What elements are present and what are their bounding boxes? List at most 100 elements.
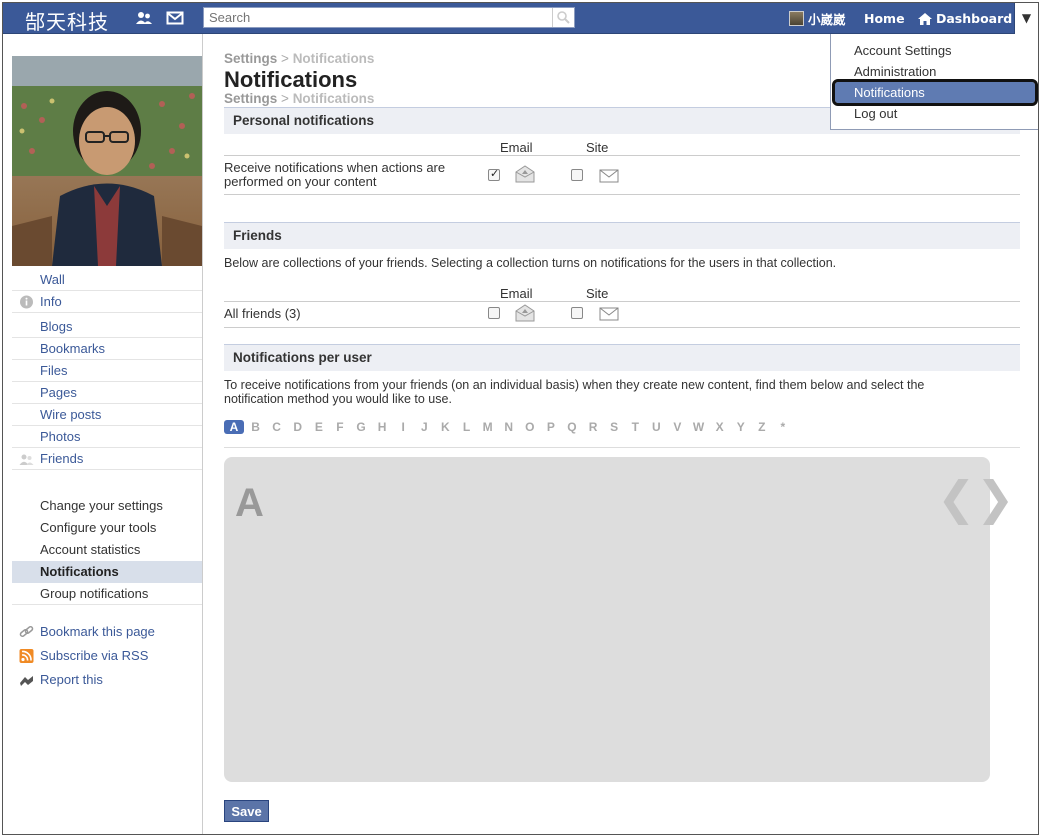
- letter-filter-u[interactable]: U: [646, 420, 667, 434]
- next-letter-button[interactable]: ❯: [976, 471, 1015, 525]
- letter-filter-h[interactable]: H: [372, 420, 393, 434]
- sidebar-item-configure-tools[interactable]: Configure your tools: [12, 517, 202, 539]
- search-input[interactable]: [204, 8, 544, 27]
- report-this-link[interactable]: Report this: [12, 669, 202, 691]
- friend-requests-icon[interactable]: [135, 10, 153, 26]
- letter-filter-y[interactable]: Y: [730, 420, 751, 434]
- info-icon: [20, 295, 33, 309]
- row-divider: [224, 194, 1020, 195]
- breadcrumb-settings-link-2[interactable]: Settings: [224, 91, 277, 106]
- all-friends-email-checkbox[interactable]: [488, 307, 500, 319]
- letter-filter-c[interactable]: C: [266, 420, 287, 434]
- menu-item-notifications[interactable]: Notifications: [832, 79, 1038, 106]
- app-window: 郜天科技 小崴崴 Home: [2, 2, 1039, 835]
- page-title: Notifications: [224, 67, 358, 92]
- current-letter-heading: A: [235, 481, 264, 525]
- letter-filter-v[interactable]: V: [667, 420, 688, 434]
- profile-photo[interactable]: [12, 56, 202, 266]
- letter-filter-e[interactable]: E: [308, 420, 329, 434]
- sidebar-item-photos[interactable]: Photos: [12, 426, 202, 448]
- account-dropdown-menu: Account Settings Administration Notifica…: [830, 34, 1038, 130]
- sidebar-item-group-notifications[interactable]: Group notifications: [12, 583, 202, 605]
- email-method-icon: [515, 165, 535, 183]
- friends-icon: [19, 454, 34, 465]
- messages-icon[interactable]: [166, 10, 184, 26]
- breadcrumb-top: Settings > Notifications: [224, 51, 375, 66]
- letter-filter-l[interactable]: L: [456, 420, 477, 434]
- dashboard-link[interactable]: Dashboard: [917, 3, 1012, 34]
- site-logo[interactable]: 郜天科技: [25, 6, 109, 35]
- letter-filter-r[interactable]: R: [583, 420, 604, 434]
- email-column-label: Email: [500, 140, 533, 155]
- user-profile-link[interactable]: 小崴崴: [789, 3, 846, 34]
- letter-filter-d[interactable]: D: [287, 420, 308, 434]
- sidebar-item-info[interactable]: Info: [12, 291, 202, 313]
- letter-filter-m[interactable]: M: [477, 420, 498, 434]
- menu-item-administration[interactable]: Administration: [831, 61, 1038, 82]
- row-divider: [224, 301, 1020, 302]
- sidebar-item-friends[interactable]: Friends: [12, 448, 202, 470]
- letter-filter-t[interactable]: T: [625, 420, 646, 434]
- all-friends-site-checkbox[interactable]: [571, 307, 583, 319]
- letter-filter-other[interactable]: *: [772, 420, 793, 434]
- letter-filter-o[interactable]: O: [519, 420, 540, 434]
- link-icon: [19, 625, 34, 638]
- sidebar-item-wall[interactable]: Wall: [12, 269, 202, 291]
- letter-filter-q[interactable]: Q: [561, 420, 582, 434]
- friends-letter-panel: A ❮ ❯: [224, 457, 1015, 782]
- sidebar-item-wire-posts[interactable]: Wire posts: [12, 404, 202, 426]
- letter-filter-s[interactable]: S: [604, 420, 625, 434]
- personal-site-checkbox[interactable]: [571, 169, 583, 181]
- report-icon: [20, 676, 33, 686]
- sidebar-item-change-settings[interactable]: Change your settings: [12, 495, 202, 517]
- row-divider: [224, 447, 1020, 448]
- email-method-icon: [515, 304, 535, 322]
- top-bar: 郜天科技 小崴崴 Home: [3, 3, 1038, 34]
- letter-filter-k[interactable]: K: [435, 420, 456, 434]
- per-user-heading: Notifications per user: [224, 344, 1020, 371]
- account-menu-toggle[interactable]: ▼: [1014, 3, 1038, 34]
- sidebar-item-files[interactable]: Files: [12, 360, 202, 382]
- bookmark-page-link[interactable]: Bookmark this page: [12, 621, 202, 643]
- profile-photo-image: [12, 56, 202, 266]
- sidebar-item-bookmarks[interactable]: Bookmarks: [12, 338, 202, 360]
- sidebar-item-blogs[interactable]: Blogs: [12, 316, 202, 338]
- user-avatar: [789, 11, 804, 26]
- prev-letter-button[interactable]: ❮: [937, 471, 976, 525]
- letter-filter-f[interactable]: F: [329, 420, 350, 434]
- all-friends-label: All friends (3): [224, 306, 301, 321]
- letter-filter-z[interactable]: Z: [751, 420, 772, 434]
- letter-filter-n[interactable]: N: [498, 420, 519, 434]
- letter-filter-x[interactable]: X: [709, 420, 730, 434]
- breadcrumb-bottom: Settings > Notifications: [224, 91, 375, 106]
- letter-filter-w[interactable]: W: [688, 420, 709, 434]
- personal-row-label: Receive notifications when actions are p…: [224, 160, 446, 189]
- search-box: [203, 7, 575, 28]
- sidebar-item-account-statistics[interactable]: Account statistics: [12, 539, 202, 561]
- letter-filter-p[interactable]: P: [540, 420, 561, 434]
- save-button[interactable]: Save: [224, 800, 269, 822]
- search-button[interactable]: [552, 8, 574, 27]
- friends-site-column-label: Site: [586, 286, 609, 301]
- sidebar: Wall Info Blogs Bookmarks Files Pages Wi…: [3, 34, 203, 834]
- letter-filter-a[interactable]: A: [224, 420, 244, 434]
- personal-email-checkbox[interactable]: [488, 167, 500, 181]
- menu-item-log-out[interactable]: Log out: [831, 103, 1038, 124]
- sidebar-item-pages[interactable]: Pages: [12, 382, 202, 404]
- subscribe-rss-link[interactable]: Subscribe via RSS: [12, 645, 202, 667]
- sidebar-item-notifications[interactable]: Notifications: [12, 561, 202, 583]
- breadcrumb-settings-link[interactable]: Settings: [224, 51, 277, 66]
- site-column-label: Site: [586, 140, 609, 155]
- row-divider: [224, 327, 1020, 328]
- menu-item-account-settings[interactable]: Account Settings: [831, 40, 1038, 61]
- letter-filter-j[interactable]: J: [414, 420, 435, 434]
- letter-filter-b[interactable]: B: [245, 420, 266, 434]
- home-link[interactable]: Home: [864, 3, 905, 34]
- home-icon: [918, 12, 932, 25]
- per-user-description: To receive notifications from your frien…: [224, 378, 925, 406]
- rss-icon: [19, 649, 34, 663]
- letter-filter-i[interactable]: I: [393, 420, 414, 434]
- search-icon: [557, 11, 570, 24]
- letter-filter-g[interactable]: G: [350, 420, 371, 434]
- friends-description: Below are collections of your friends. S…: [224, 256, 837, 270]
